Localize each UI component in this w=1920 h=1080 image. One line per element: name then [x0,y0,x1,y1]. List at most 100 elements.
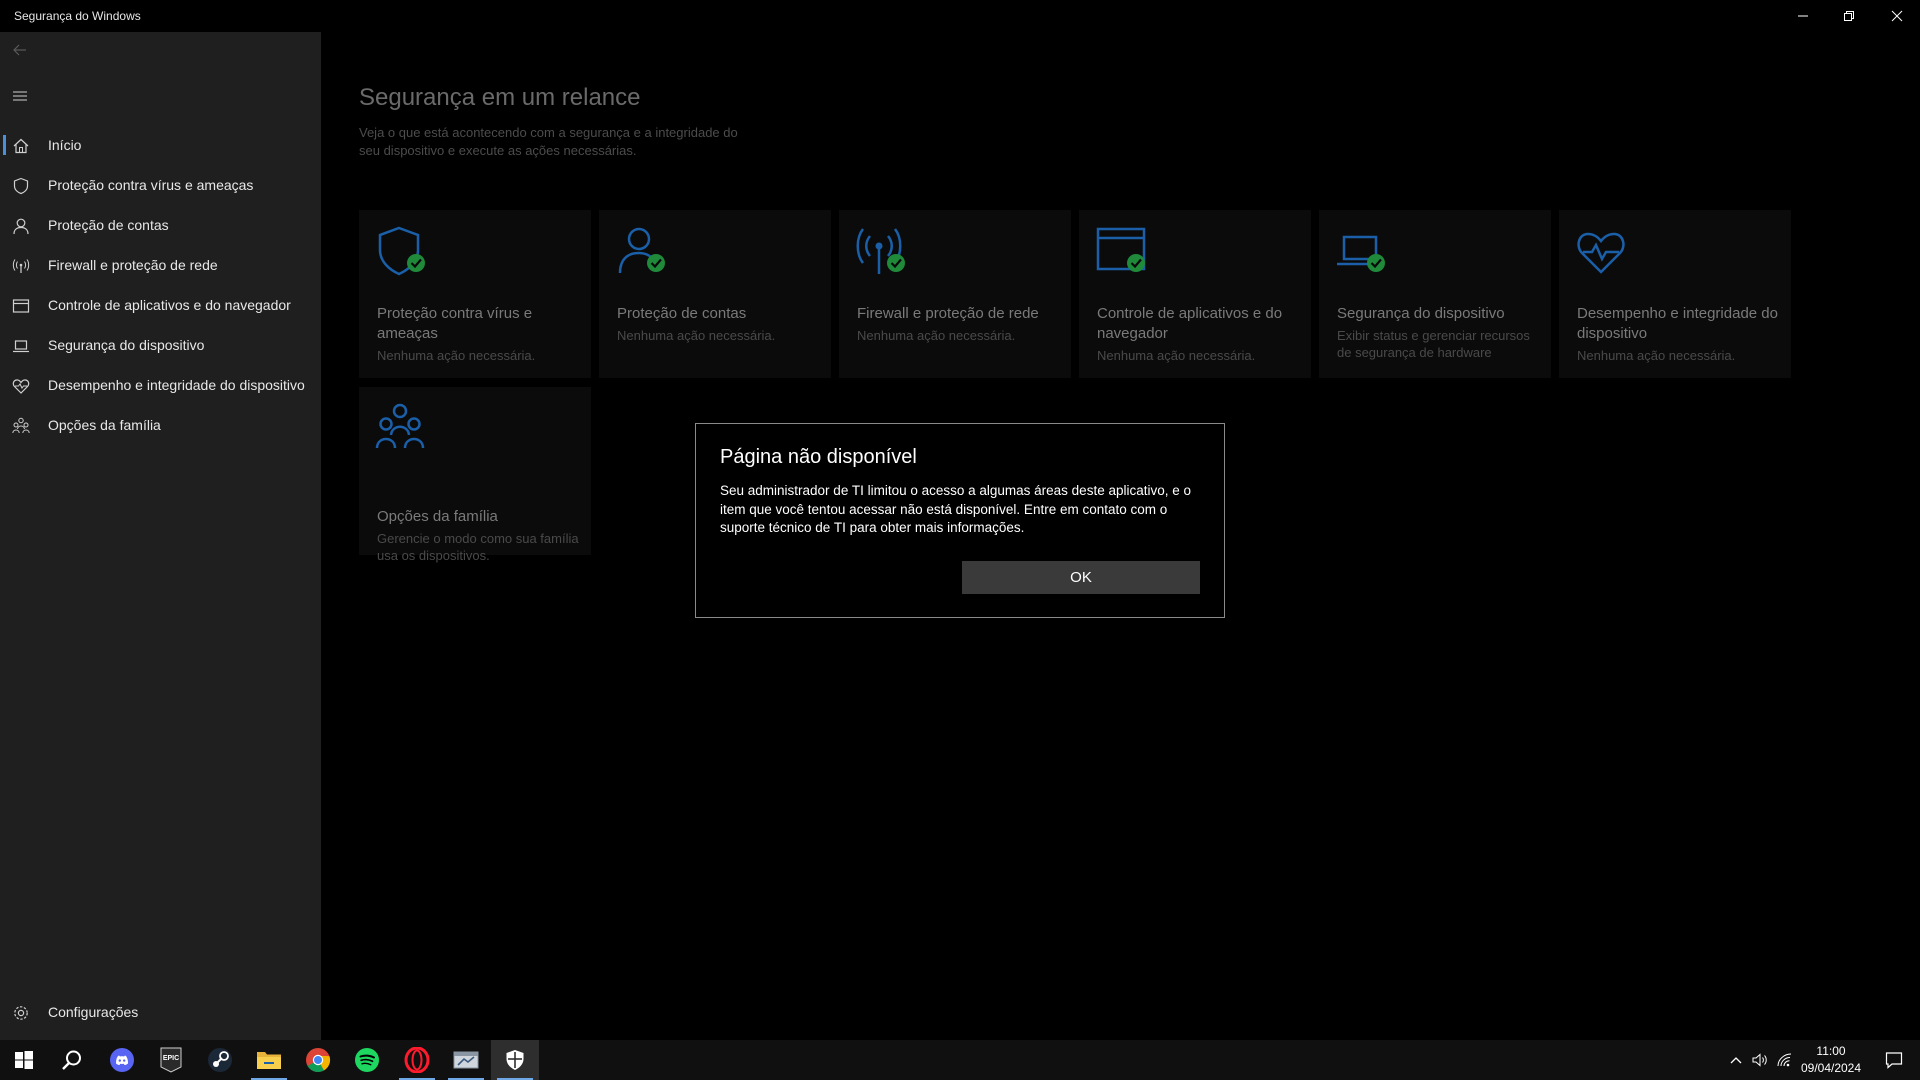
tile-title: Firewall e proteção de rede [857,305,1039,322]
browser-check-icon [1096,227,1146,272]
epic-games-icon: EPIC [160,1047,182,1073]
minimize-button[interactable] [1780,0,1826,32]
tile-device-security[interactable]: Segurança do dispositivo Exibir status e… [1319,210,1551,378]
epic-logo-text: EPIC [163,1055,179,1062]
antenna-icon [12,259,30,273]
app-window-icon [453,1051,479,1069]
action-center-button[interactable] [1876,1040,1912,1080]
heart-pulse-icon [1577,232,1625,274]
sidebar-item-app-browser-control[interactable]: Controle de aplicativos e do navegador [0,285,321,325]
tile-title: Opções da família [377,508,498,525]
windows-start-icon [15,1051,33,1069]
antenna-check-icon [856,228,905,274]
windows-security-icon [506,1050,524,1070]
notification-icon [1885,1052,1903,1069]
home-icon [13,138,29,154]
close-icon [1891,10,1903,22]
person-icon [13,218,29,235]
shield-icon [13,177,29,195]
windows-security-app: Segurança do Windows Início Proteção con… [0,0,1920,1080]
clock-time[interactable]: 11:00 [1790,1044,1872,1058]
tile-status: Nenhuma ação necessária. [617,328,776,343]
taskbar-epic-games[interactable]: EPIC [147,1040,195,1080]
page-subtitle: Veja o que está acontecendo com a segura… [359,125,738,158]
chevron-up-icon [1730,1057,1742,1064]
chrome-icon [306,1048,331,1073]
search-icon [62,1050,81,1070]
taskbar-chrome[interactable] [294,1040,342,1080]
sidebar-item-label: Proteção contra vírus e ameaças [48,177,254,193]
sidebar-item-firewall[interactable]: Firewall e proteção de rede [0,245,321,285]
minimize-icon [1798,15,1808,17]
taskbar-opera[interactable] [393,1040,441,1080]
active-indicator [3,135,6,155]
volume-button[interactable] [1749,1040,1771,1080]
spotify-icon [355,1048,379,1072]
sidebar-item-device-performance[interactable]: Desempenho e integridade do dispositivo [0,365,321,405]
file-explorer-icon [257,1052,281,1069]
sidebar-item-label: Início [48,137,82,153]
sidebar-item-label: Proteção de contas [48,217,169,233]
taskbar-windows-security[interactable] [491,1040,539,1080]
ok-button[interactable]: OK [962,561,1200,594]
taskbar: EPIC 11:00 09/04/2024 [0,1040,1920,1080]
sidebar-item-label: Segurança do dispositivo [48,337,205,353]
laptop-check-icon [1337,235,1385,272]
tile-title: Controle de aplicativos e do navegador [1097,305,1283,342]
sidebar-item-virus-protection[interactable]: Proteção contra vírus e ameaças [0,165,321,205]
restore-icon [1844,11,1854,21]
discord-icon [110,1048,134,1072]
tile-virus-protection[interactable]: Proteção contra vírus e ameaças Nenhuma … [359,210,591,378]
sidebar-item-inicio[interactable]: Início [0,125,321,165]
restore-button[interactable] [1826,0,1872,32]
tile-firewall[interactable]: Firewall e proteção de rede Nenhuma ação… [839,210,1071,378]
taskbar-steam[interactable] [196,1040,244,1080]
tile-app-browser-control[interactable]: Controle de aplicativos e do navegador N… [1079,210,1311,378]
sidebar-item-label: Desempenho e integridade do dispositivo [48,377,305,393]
clock-date[interactable]: 09/04/2024 [1790,1061,1872,1075]
back-button[interactable] [8,38,32,62]
family-icon [12,417,30,434]
sidebar-item-label: Opções da família [48,417,161,433]
dialog-title: Página não disponível [720,446,917,468]
title-bar: Segurança do Windows [0,0,1920,32]
tile-device-performance[interactable]: Desempenho e integridade do dispositivo … [1559,210,1791,378]
tile-status: Nenhuma ação necessária. [1097,348,1256,363]
close-button[interactable] [1874,0,1920,32]
gear-icon [14,1006,28,1020]
search-button[interactable] [48,1040,96,1080]
tile-status: Exibir status e gerenciar recursos de se… [1337,328,1530,360]
tile-title: Proteção contra vírus e ameaças [377,305,533,342]
taskbar-app-window[interactable] [442,1040,490,1080]
sidebar-item-account-protection[interactable]: Proteção de contas [0,205,321,245]
hamburger-menu-icon [13,91,27,101]
menu-button[interactable] [8,84,32,108]
start-button[interactable] [0,1040,48,1080]
taskbar-spotify[interactable] [343,1040,391,1080]
speaker-icon [1752,1053,1767,1067]
tile-status: Nenhuma ação necessária. [857,328,1016,343]
heart-icon [12,379,30,394]
opera-icon [404,1047,430,1073]
tile-family-options[interactable]: Opções da família Gerencie o modo como s… [359,387,591,563]
sidebar-item-family-options[interactable]: Opções da família [0,405,321,445]
taskbar-file-explorer[interactable] [245,1040,293,1080]
page-unavailable-dialog: Página não disponível Seu administrador … [695,423,1225,618]
page-title: Segurança em um relance [359,84,641,111]
sidebar-item-device-security[interactable]: Segurança do dispositivo [0,325,321,365]
taskbar-discord[interactable] [98,1040,146,1080]
settings-label: Configurações [48,1004,139,1020]
family-icon [375,403,425,449]
tile-status: Nenhuma ação necessária. [377,348,536,363]
laptop-icon [13,340,29,353]
sidebar-item-label: Firewall e proteção de rede [48,257,218,273]
tile-status: Nenhuma ação necessária. [1577,348,1736,363]
show-hidden-icons-button[interactable] [1726,1040,1746,1080]
steam-icon [208,1048,232,1072]
dialog-message: Seu administrador de TI limitou o acesso… [720,483,1192,535]
sidebar-item-settings[interactable]: Configurações [0,992,321,1032]
tile-account-protection[interactable]: Proteção de contas Nenhuma ação necessár… [599,210,831,378]
tile-title: Desempenho e integridade do dispositivo [1577,305,1778,342]
tile-status: Gerencie o modo como sua família usa os … [377,531,579,563]
shield-check-icon [378,226,425,276]
